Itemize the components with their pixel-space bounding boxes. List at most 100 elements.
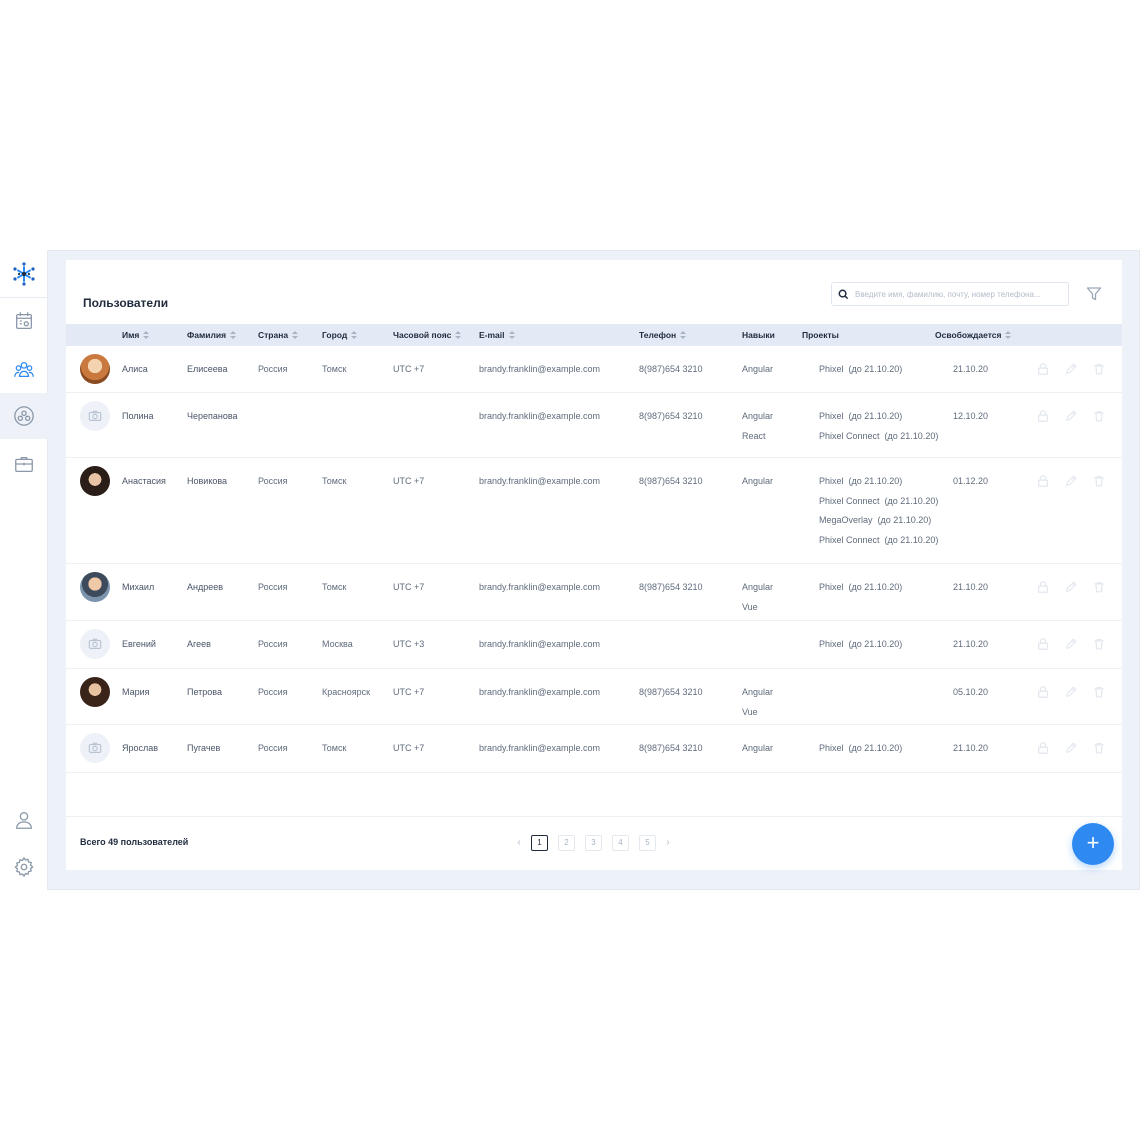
column-header-country[interactable]: Страна (258, 324, 299, 346)
lock-button[interactable] (1036, 474, 1050, 488)
row-actions (1036, 577, 1106, 597)
delete-button[interactable] (1092, 637, 1106, 651)
cell-email[interactable]: brandy.franklin@example.com (479, 577, 600, 597)
sidebar-item-projects[interactable] (0, 441, 48, 487)
delete-button[interactable] (1092, 474, 1106, 488)
cell-email[interactable]: brandy.franklin@example.com (479, 682, 600, 702)
edit-button[interactable] (1064, 637, 1078, 651)
avatar-placeholder (80, 401, 110, 431)
cell-skills: Angular (742, 738, 773, 758)
filter-icon (1086, 287, 1102, 301)
delete-button[interactable] (1092, 580, 1106, 594)
filter-button[interactable] (1086, 286, 1104, 302)
cell-email[interactable]: brandy.franklin@example.com (479, 471, 600, 491)
page-button-5[interactable]: 5 (639, 835, 656, 851)
table-row[interactable]: Полина Черепанова brandy.franklin@example.… (66, 393, 1122, 458)
sidebar-item-profile[interactable] (0, 797, 48, 843)
cell-email[interactable]: brandy.franklin@example.com (479, 406, 600, 426)
sidebar-item-calendar[interactable] (0, 298, 48, 344)
edit-button[interactable] (1064, 685, 1078, 699)
cell-email[interactable]: brandy.franklin@example.com (479, 359, 600, 379)
cell-tz: UTC +7 (393, 476, 425, 486)
column-header-timezone[interactable]: Часовой пояс (393, 324, 462, 346)
column-label: Фамилия (187, 330, 227, 340)
page-button-1[interactable]: 1 (531, 835, 548, 851)
delete-button[interactable] (1092, 362, 1106, 376)
cell-last: Новикова (187, 476, 228, 486)
skill-tag: Angular (742, 743, 774, 753)
pencil-icon (1066, 363, 1077, 374)
search-input[interactable] (855, 289, 1055, 299)
lock-button[interactable] (1036, 409, 1050, 423)
table-row[interactable]: Анастасия Новикова Россия Томск UTC +7 brandy… (66, 458, 1122, 564)
project-item: Phixel Connect (до 21.10.20) (819, 495, 939, 506)
trash-icon (1094, 639, 1104, 650)
cell-tz: UTC +7 (393, 687, 425, 697)
pencil-icon (1066, 475, 1077, 486)
skill-tag: Angular (742, 411, 774, 421)
column-header-skills[interactable]: Навыки (742, 324, 775, 346)
lock-button[interactable] (1036, 741, 1050, 755)
camera-icon (88, 410, 102, 421)
sidebar-item-users[interactable] (0, 346, 48, 392)
table-row[interactable]: Мария Петрова Россия Красноярск UTC +7 brandy… (66, 669, 1122, 725)
cell-available-date: 01.12.20 (953, 476, 989, 486)
project-item: Phixel (до 21.10.20) (819, 582, 903, 592)
row-actions (1036, 738, 1106, 758)
edit-button[interactable] (1064, 580, 1078, 594)
cell-phone: 8(987)654 3210 (639, 411, 703, 421)
table-row[interactable]: Алиса Елисеева Россия Томск UTC +7 brandy.fra… (66, 346, 1122, 393)
edit-button[interactable] (1064, 362, 1078, 376)
add-user-button[interactable]: + (1072, 823, 1114, 865)
lock-button[interactable] (1036, 362, 1050, 376)
lock-button[interactable] (1036, 580, 1050, 594)
column-header-phone[interactable]: Телефон (639, 324, 687, 346)
delete-button[interactable] (1092, 741, 1106, 755)
sidebar-item-settings[interactable] (0, 844, 48, 890)
avatar-placeholder (80, 629, 110, 659)
column-header-first-name[interactable]: Имя (122, 324, 150, 346)
page-button-3[interactable]: 3 (585, 835, 602, 851)
users-panel: Пользователи Имя Фамилия Страна Город Ча… (66, 260, 1122, 870)
table-header: Имя Фамилия Страна Город Часовой пояс E-… (66, 324, 1122, 346)
column-header-last-name[interactable]: Фамилия (187, 324, 237, 346)
search-box[interactable] (831, 282, 1069, 306)
column-header-city[interactable]: Город (322, 324, 358, 346)
edit-button[interactable] (1064, 409, 1078, 423)
column-header-available[interactable]: Освобождается (935, 324, 1012, 346)
prev-page-button[interactable]: ‹ (512, 835, 526, 851)
table-row[interactable]: Евгений Агеев Россия Москва UTC +3 brandy.fra… (66, 621, 1122, 669)
column-header-projects[interactable]: Проекты (802, 324, 839, 346)
pencil-icon (1066, 638, 1077, 649)
page-button-2[interactable]: 2 (558, 835, 575, 851)
cell-last: Черепанова (187, 411, 238, 421)
column-header-email[interactable]: E-mail (479, 324, 515, 346)
sidebar-item-team[interactable] (0, 393, 48, 439)
delete-button[interactable] (1092, 685, 1106, 699)
cell-projects: Phixel (до 21.10.20) (819, 359, 902, 379)
page-button-4[interactable]: 4 (612, 835, 629, 851)
cell-phone: 8(987)654 3210 (639, 582, 703, 592)
lock-button[interactable] (1036, 685, 1050, 699)
pencil-icon (1066, 410, 1077, 421)
table-row[interactable]: Ярослав Пугачев Россия Томск UTC +7 brandy.fr… (66, 725, 1122, 773)
trash-icon (1094, 743, 1104, 754)
skill-tag: React (742, 430, 766, 441)
table-row[interactable]: Михаил Андреев Россия Томск UTC +7 brandy.fra… (66, 564, 1122, 621)
delete-button[interactable] (1092, 409, 1106, 423)
cell-tz: UTC +7 (393, 582, 425, 592)
next-page-button[interactable]: › (661, 835, 675, 851)
lock-icon (1038, 410, 1048, 422)
row-actions (1036, 359, 1106, 379)
snowflake-logo[interactable] (0, 250, 48, 298)
sort-icon (508, 330, 515, 339)
lock-button[interactable] (1036, 637, 1050, 651)
column-label: Город (322, 330, 348, 340)
edit-button[interactable] (1064, 474, 1078, 488)
project-item: Phixel (до 21.10.20) (819, 639, 903, 649)
cell-email[interactable]: brandy.franklin@example.com (479, 634, 600, 654)
lock-icon (1038, 475, 1048, 487)
project-item: Phixel (до 21.10.20) (819, 743, 903, 753)
edit-button[interactable] (1064, 741, 1078, 755)
cell-email[interactable]: brandy.franklin@example.com (479, 738, 600, 758)
